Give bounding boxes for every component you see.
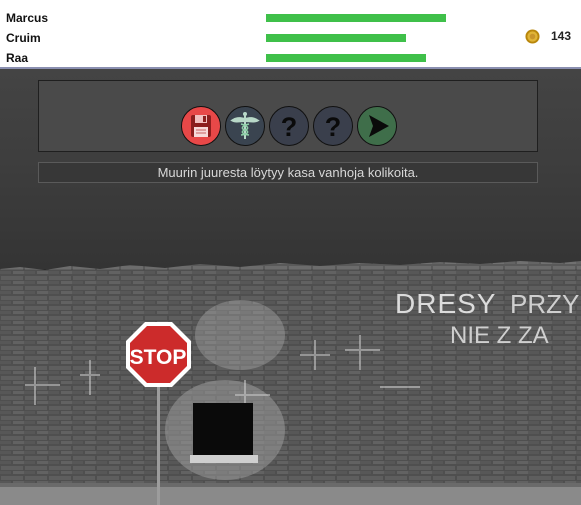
graffiti-text: NIE Z ZA bbox=[450, 322, 549, 349]
member-name: Cruim bbox=[6, 31, 41, 45]
party-member-raa: Raa bbox=[0, 48, 581, 68]
question-mark-icon: ? bbox=[325, 112, 342, 142]
question-mark-icon: ? bbox=[281, 112, 298, 142]
svg-text:?: ? bbox=[281, 112, 298, 142]
member-name: Marcus bbox=[6, 11, 49, 25]
play-arrow-icon bbox=[369, 115, 389, 137]
svg-text:?: ? bbox=[325, 112, 342, 142]
graffiti-text: PRZY bbox=[510, 289, 579, 319]
heal-button[interactable] bbox=[225, 106, 265, 146]
party-member-cruim: Cruim bbox=[0, 28, 581, 48]
health-bar bbox=[266, 34, 466, 42]
message-box: Muurin juuresta löytyy kasa vanhoja koli… bbox=[38, 162, 538, 183]
party-status-panel: Marcus Cruim Raa 143 bbox=[0, 0, 581, 69]
save-button[interactable] bbox=[181, 106, 221, 146]
member-name: Raa bbox=[6, 51, 29, 65]
help-button[interactable]: ? bbox=[269, 106, 309, 146]
graffiti-text: DRESY bbox=[395, 288, 496, 319]
gold-amount: 143 bbox=[551, 29, 572, 43]
health-bar bbox=[266, 54, 466, 62]
health-bar bbox=[266, 14, 466, 22]
next-button[interactable] bbox=[357, 106, 397, 146]
health-bar-fill bbox=[266, 14, 446, 22]
health-bar-fill bbox=[266, 34, 406, 42]
party-member-marcus: Marcus bbox=[0, 8, 581, 28]
help-button[interactable]: ? bbox=[313, 106, 353, 146]
action-bar: ? ? bbox=[38, 80, 538, 152]
stop-sign-text: STOP bbox=[130, 346, 187, 369]
gold-coin-icon bbox=[525, 29, 540, 44]
caduceus-icon bbox=[230, 112, 260, 139]
floppy-disk-icon bbox=[191, 115, 211, 137]
health-bar-fill bbox=[266, 54, 426, 62]
scene-image: DRESY PRZY NIE Z ZA STOP bbox=[0, 261, 581, 505]
